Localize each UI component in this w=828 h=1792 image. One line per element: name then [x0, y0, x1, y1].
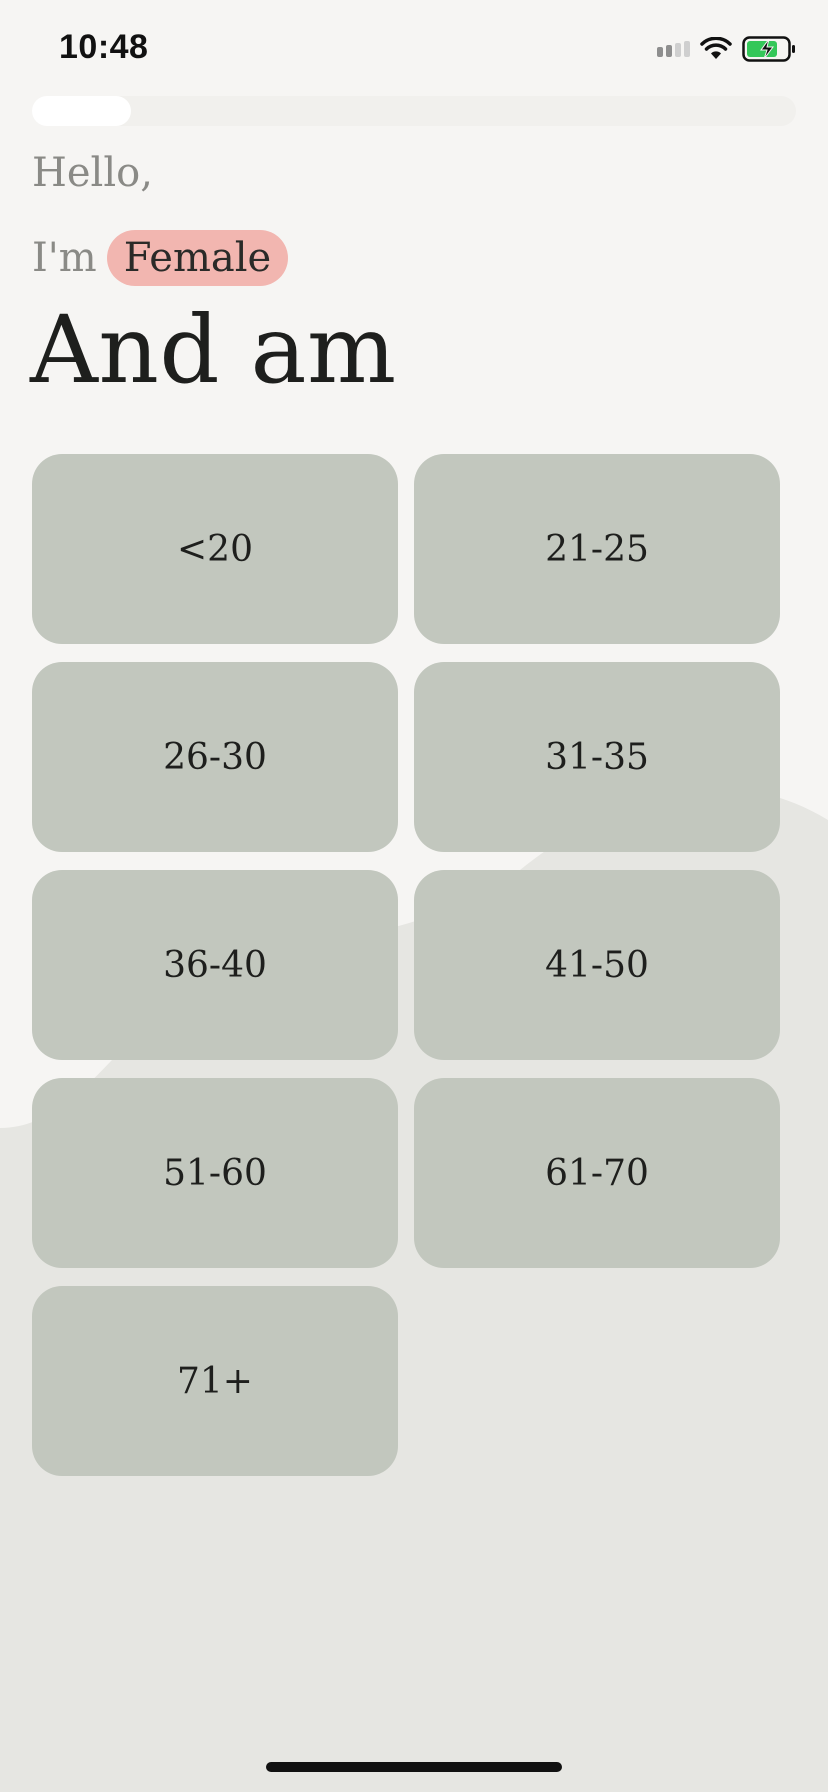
identity-prefix: I'm [32, 235, 97, 281]
age-option-61-70[interactable]: 61-70 [414, 1078, 780, 1268]
battery-charging-icon [742, 36, 795, 62]
age-option-31-35[interactable]: 31-35 [414, 662, 780, 852]
age-option-21-25[interactable]: 21-25 [414, 454, 780, 644]
age-options-grid: <20 21-25 26-30 31-35 36-40 41-50 51-60 … [32, 454, 780, 1476]
age-option-41-50[interactable]: 41-50 [414, 870, 780, 1060]
greeting-text: Hello, [32, 150, 153, 196]
progress-bar [32, 96, 796, 126]
age-option-under-20[interactable]: <20 [32, 454, 398, 644]
status-icons [657, 36, 796, 62]
age-option-51-60[interactable]: 51-60 [32, 1078, 398, 1268]
age-option-71-plus[interactable]: 71+ [32, 1286, 398, 1476]
progress-fill [32, 96, 132, 126]
status-bar: 10:48 [0, 0, 828, 98]
gender-chip[interactable]: Female [106, 230, 289, 286]
identity-row: I'm Female [32, 230, 289, 286]
page-title: And am [30, 296, 397, 405]
age-option-26-30[interactable]: 26-30 [32, 662, 398, 852]
age-option-36-40[interactable]: 36-40 [32, 870, 398, 1060]
status-time: 10:48 [59, 28, 149, 66]
wifi-icon [700, 37, 732, 59]
cellular-signal-icon [657, 41, 690, 57]
home-indicator[interactable] [266, 1762, 562, 1772]
